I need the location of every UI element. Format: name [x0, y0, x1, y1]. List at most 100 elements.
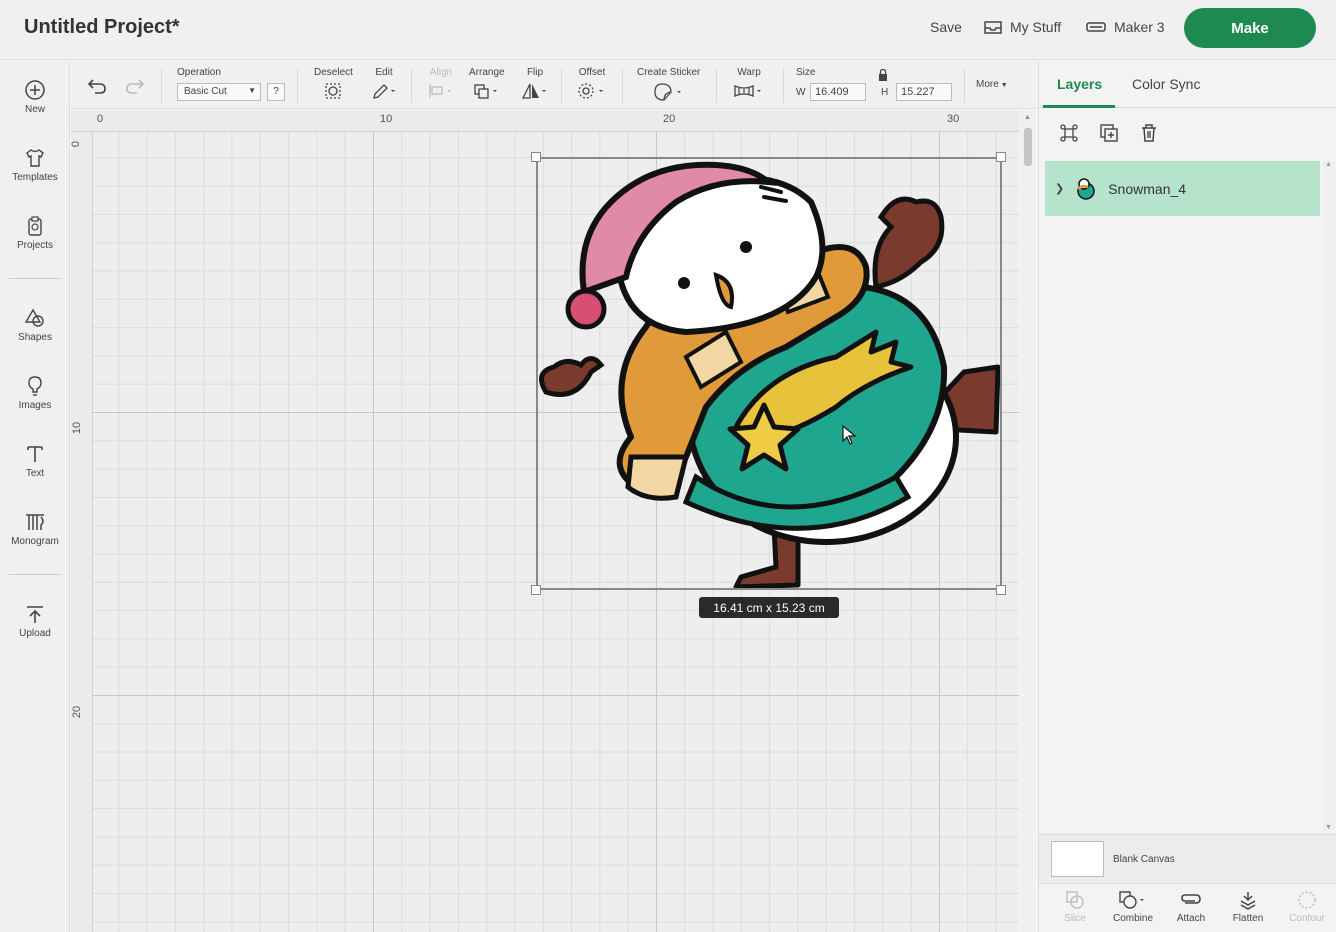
operation-select[interactable]: Basic Cut ▼ — [177, 83, 261, 101]
sidebar-item-templates[interactable]: Templates — [0, 147, 70, 183]
layers-scrollbar[interactable]: ▲ ▼ — [1323, 161, 1335, 831]
tab-color-sync[interactable]: Color Sync — [1132, 76, 1200, 92]
undo-button[interactable] — [87, 77, 107, 100]
contour-label: Contour — [1289, 913, 1325, 924]
edit-toolbar: Operation Basic Cut ▼ ? Deselect Edit Al… — [71, 61, 1038, 109]
sidebar-item-text[interactable]: Text — [0, 443, 70, 479]
sidebar-label: Projects — [16, 240, 54, 251]
scroll-down-arrow[interactable]: ▼ — [1325, 824, 1332, 831]
toolbar-divider — [622, 69, 623, 103]
scroll-up-arrow[interactable]: ▲ — [1024, 114, 1031, 121]
layer-thumbnail-icon — [1077, 177, 1095, 200]
machine-button[interactable]: Maker 3 — [1086, 19, 1165, 35]
mouse-cursor-icon — [842, 425, 856, 445]
sidebar-label: Images — [18, 400, 52, 411]
combine-button[interactable]: Combine — [1105, 890, 1161, 924]
ruler-tick-label: 10 — [380, 113, 393, 125]
flatten-label: Flatten — [1232, 913, 1264, 924]
my-stuff-button[interactable]: My Stuff — [984, 19, 1061, 35]
contour-button[interactable]: Contour — [1279, 890, 1335, 924]
attach-button[interactable]: Attach — [1163, 890, 1219, 924]
make-button[interactable]: Make — [1184, 8, 1316, 48]
resize-handle-bottom-right[interactable] — [996, 585, 1006, 595]
canvas-vertical-scrollbar[interactable]: ▲ — [1020, 110, 1036, 932]
duplicate-button[interactable] — [1099, 123, 1119, 148]
flatten-button[interactable]: Flatten — [1220, 890, 1276, 924]
sticker-icon — [654, 83, 681, 101]
aspect-lock-icon[interactable] — [877, 68, 889, 87]
scroll-up-arrow[interactable]: ▲ — [1325, 161, 1332, 168]
offset-button[interactable]: Offset — [577, 67, 607, 103]
redo-button[interactable] — [125, 77, 145, 100]
resize-handle-bottom-left[interactable] — [531, 585, 541, 595]
upload-icon — [27, 606, 43, 623]
sidebar-label: Monogram — [11, 536, 59, 547]
redo-icon — [126, 79, 145, 94]
blank-canvas-swatch[interactable] — [1051, 841, 1104, 877]
save-button[interactable]: Save — [930, 19, 962, 35]
duplicate-icon — [1100, 124, 1118, 142]
width-input[interactable] — [810, 83, 866, 101]
operation-help-button[interactable]: ? — [267, 83, 285, 101]
flip-button[interactable]: Flip — [521, 67, 549, 103]
sidebar-item-shapes[interactable]: Shapes — [0, 307, 70, 343]
shapes-icon — [24, 308, 44, 327]
plus-circle-icon — [25, 80, 45, 100]
delete-button[interactable] — [1139, 123, 1159, 148]
warp-button[interactable]: Warp — [733, 67, 765, 103]
create-sticker-button[interactable]: Create Sticker — [637, 67, 700, 105]
pen-icon — [373, 84, 395, 99]
more-button[interactable]: More ▼ — [976, 79, 1008, 90]
operation-group: Operation — [177, 67, 221, 82]
sidebar-label: Upload — [19, 628, 51, 639]
slice-label: Slice — [1064, 913, 1086, 924]
sidebar-item-monogram[interactable]: Monogram — [0, 511, 70, 547]
height-label: H — [881, 87, 889, 98]
paperclip-icon — [1181, 894, 1201, 904]
sidebar-label: New — [24, 104, 45, 115]
ruler-tick-label: 20 — [71, 705, 84, 719]
arrange-button[interactable]: Arrange — [469, 67, 505, 103]
toolbar-divider — [561, 69, 562, 103]
combine-label: Combine — [1112, 913, 1154, 924]
operation-value: Basic Cut — [184, 86, 227, 97]
deselect-label: Deselect — [314, 67, 353, 78]
blank-canvas-row[interactable]: Blank Canvas — [1039, 834, 1336, 882]
height-input[interactable] — [896, 83, 952, 101]
sidebar-label: Text — [25, 468, 45, 479]
resize-handle-top-left[interactable] — [531, 152, 541, 162]
warp-icon — [734, 85, 761, 97]
toolbar-divider — [964, 69, 965, 103]
active-tab-indicator — [1043, 105, 1115, 108]
sidebar-item-images[interactable]: Images — [0, 375, 70, 411]
layer-item[interactable]: ❯ Snowman_4 — [1045, 161, 1320, 216]
text-icon — [27, 446, 43, 462]
contour-icon — [1298, 891, 1316, 909]
project-title[interactable]: Untitled Project* — [24, 16, 180, 39]
sidebar-item-projects[interactable]: Projects — [0, 215, 70, 251]
align-button[interactable]: Align — [427, 67, 455, 103]
ruler-tick-label: 0 — [71, 140, 83, 148]
canvas-scroll-thumb[interactable] — [1024, 128, 1032, 166]
chevron-right-icon[interactable]: ❯ — [1055, 182, 1064, 195]
group-icon — [1060, 124, 1078, 142]
tab-layers[interactable]: Layers — [1057, 76, 1102, 92]
toolbar-divider — [716, 69, 717, 103]
group-layers-button[interactable] — [1059, 123, 1079, 148]
slice-button[interactable]: Slice — [1047, 890, 1103, 924]
sidebar-item-new[interactable]: New — [0, 79, 70, 115]
blank-canvas-label: Blank Canvas — [1113, 854, 1175, 865]
toolbar-divider — [297, 69, 298, 103]
deselect-icon — [325, 83, 342, 99]
deselect-button[interactable]: Deselect — [314, 67, 353, 103]
sidebar-item-upload[interactable]: Upload — [0, 603, 70, 639]
machine-icon — [1086, 22, 1106, 32]
warp-label: Warp — [737, 67, 761, 78]
resize-handle-top-right[interactable] — [996, 152, 1006, 162]
my-stuff-label: My Stuff — [1010, 19, 1062, 35]
toolbar-divider — [411, 69, 412, 103]
ruler-tick-label: 0 — [97, 113, 104, 125]
edit-button[interactable]: Edit — [371, 67, 397, 103]
align-icon — [429, 84, 451, 98]
selection-bounding-box[interactable] — [536, 157, 1002, 590]
